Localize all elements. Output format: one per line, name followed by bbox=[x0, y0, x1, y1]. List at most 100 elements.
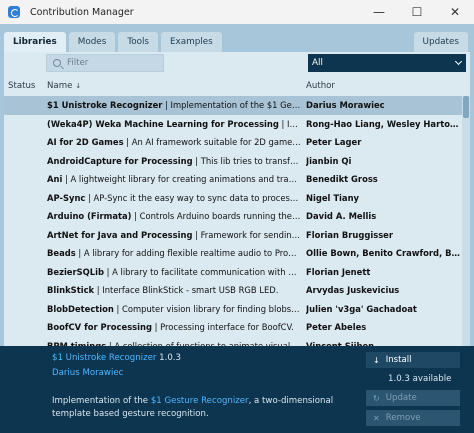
close-button[interactable]: ✕ bbox=[436, 0, 474, 24]
library-description: | Computer vision library for finding bl… bbox=[116, 303, 301, 314]
library-description: | This lib tries to transfer data betwee… bbox=[195, 155, 301, 166]
library-title: Arduino (Firmata) bbox=[47, 211, 132, 222]
detail-desc-link[interactable]: $1 Gesture Recognizer bbox=[151, 396, 249, 406]
update-label: Update bbox=[385, 393, 417, 403]
table-row[interactable]: Beads | A library for adding flexible re… bbox=[4, 244, 462, 263]
library-title: Beads bbox=[47, 248, 76, 259]
table-row[interactable]: (Weka4P) Weka Machine Learning for Proce… bbox=[4, 115, 462, 134]
library-author: David A. Mellis bbox=[306, 211, 377, 222]
column-status[interactable]: Status bbox=[8, 81, 35, 91]
install-label: Install bbox=[385, 355, 412, 365]
library-author: Peter Abeles bbox=[306, 322, 367, 333]
table-row[interactable]: Arduino (Firmata) | Controls Arduino boa… bbox=[4, 207, 462, 226]
library-author: Florian Jenett bbox=[306, 266, 371, 277]
detail-title: $1 Unistroke Recognizer 1.0.3 bbox=[52, 353, 181, 363]
library-description: | Framework for sending and receiving bbox=[195, 229, 301, 240]
search-icon bbox=[53, 59, 61, 67]
column-author[interactable]: Author bbox=[306, 81, 335, 91]
scrollbar-thumb[interactable] bbox=[463, 96, 469, 118]
library-description: | Interface BlinkStick - smart USB RGB L… bbox=[94, 285, 279, 296]
tab-modes[interactable]: Modes bbox=[68, 32, 116, 52]
library-title: Ani bbox=[47, 174, 63, 185]
filter-field[interactable] bbox=[46, 54, 164, 72]
library-title: AP-Sync bbox=[47, 192, 86, 203]
category-tabs: Libraries Modes Tools Examples bbox=[4, 32, 225, 52]
libraries-panel: All Status Name↓ Author $1 Unistroke Rec… bbox=[4, 52, 470, 349]
library-title: ArtNet for Java and Processing bbox=[47, 229, 193, 240]
library-author: Arvydas Juskevicius bbox=[306, 285, 400, 296]
table-header: Status Name ↓ Author bbox=[4, 78, 464, 94]
download-arrow-icon: ↓ bbox=[373, 355, 380, 365]
tab-tools[interactable]: Tools bbox=[118, 32, 158, 52]
detail-version: 1.0.3 bbox=[159, 353, 182, 363]
library-title: AI for 2D Games bbox=[47, 137, 124, 148]
library-author: Florian Bruggisser bbox=[306, 229, 393, 240]
library-name-cell: (Weka4P) Weka Machine Learning for Proce… bbox=[47, 119, 301, 129]
library-description: | A library to facilitate communication … bbox=[106, 266, 301, 277]
tab-libraries[interactable]: Libraries bbox=[4, 32, 66, 52]
library-name-cell: AP-Sync | AP-Sync it the easy way to syn… bbox=[47, 193, 301, 203]
filter-input[interactable] bbox=[67, 58, 157, 68]
column-name[interactable]: Name ↓ bbox=[47, 81, 81, 91]
library-author: Peter Lager bbox=[306, 137, 362, 148]
install-button[interactable]: ↓ Install bbox=[366, 352, 460, 368]
title-bar: Contribution Manager — ☐ ✕ bbox=[0, 0, 474, 24]
detail-library-name[interactable]: $1 Unistroke Recognizer bbox=[52, 353, 156, 363]
update-button[interactable]: ↻ Update bbox=[366, 390, 460, 406]
library-author: Benedikt Gross bbox=[306, 174, 378, 185]
library-title: BoofCV for Processing bbox=[47, 322, 152, 333]
library-description: | A library for adding flexible realtime… bbox=[78, 248, 301, 259]
tab-examples[interactable]: Examples bbox=[160, 32, 222, 52]
table-row[interactable]: $1 Unistroke Recognizer | Implementation… bbox=[4, 96, 462, 115]
window-controls: — ☐ ✕ bbox=[360, 0, 474, 24]
tab-updates[interactable]: Updates bbox=[413, 32, 468, 52]
library-name-cell: AI for 2D Games | An AI framework suitab… bbox=[47, 137, 301, 147]
minimize-button[interactable]: — bbox=[360, 0, 398, 24]
library-description: | A lightweight library for creating ani… bbox=[62, 174, 301, 185]
table-row[interactable]: AndroidCapture for Processing | This lib… bbox=[4, 152, 462, 171]
library-description: | Integration of Weka bbox=[281, 118, 301, 129]
library-description: | An AI framework suitable for 2D games … bbox=[126, 137, 301, 148]
library-description: | AP-Sync it the easy way to sync data t… bbox=[88, 192, 301, 203]
library-author: Rong-Hao Liang, Wesley Hartogs, Jan... bbox=[306, 118, 462, 129]
details-panel: $1 Unistroke Recognizer 1.0.3 Darius Mor… bbox=[0, 346, 474, 433]
table-row[interactable]: BlobDetection | Computer vision library … bbox=[4, 300, 462, 319]
library-name-cell: ArtNet for Java and Processing | Framewo… bbox=[47, 230, 301, 240]
library-author: Julien 'v3ga' Gachadoat bbox=[306, 303, 417, 314]
library-title: AndroidCapture for Processing bbox=[47, 155, 193, 166]
library-title: BlobDetection bbox=[47, 303, 114, 314]
detail-description: Implementation of the $1 Gesture Recogni… bbox=[52, 395, 342, 421]
remove-label: Remove bbox=[385, 413, 421, 423]
remove-x-icon: ✕ bbox=[373, 413, 380, 423]
library-name-cell: $1 Unistroke Recognizer | Implementation… bbox=[47, 100, 301, 110]
library-name-cell: BezierSQLib | A library to facilitate co… bbox=[47, 267, 301, 277]
table-row[interactable]: BlinkStick | Interface BlinkStick - smar… bbox=[4, 281, 462, 300]
library-name-cell: BlobDetection | Computer vision library … bbox=[47, 304, 301, 314]
library-description: | Processing interface for BoofCV. bbox=[152, 322, 294, 333]
update-arrow-icon: ↻ bbox=[373, 393, 380, 403]
remove-button[interactable]: ✕ Remove bbox=[366, 410, 460, 426]
table-row[interactable]: AP-Sync | AP-Sync it the easy way to syn… bbox=[4, 189, 462, 208]
library-title: BlinkStick bbox=[47, 285, 95, 296]
library-name-cell: Ani | A lightweight library for creating… bbox=[47, 174, 301, 184]
library-author: Darius Morawiec bbox=[306, 100, 385, 111]
table-row[interactable]: BoofCV for Processing | Processing inter… bbox=[4, 318, 462, 337]
table-row[interactable]: ArtNet for Java and Processing | Framewo… bbox=[4, 226, 462, 245]
category-select[interactable]: All bbox=[308, 54, 466, 72]
library-title: (Weka4P) Weka Machine Learning for Proce… bbox=[47, 118, 279, 129]
table-row[interactable]: Ani | A lightweight library for creating… bbox=[4, 170, 462, 189]
table-row[interactable]: AI for 2D Games | An AI framework suitab… bbox=[4, 133, 462, 152]
maximize-button[interactable]: ☐ bbox=[398, 0, 436, 24]
list-scrollbar[interactable] bbox=[462, 96, 470, 349]
available-version-text: 1.0.3 available bbox=[388, 374, 452, 384]
sort-down-icon: ↓ bbox=[75, 82, 82, 90]
detail-author[interactable]: Darius Morawiec bbox=[52, 368, 123, 378]
library-author: Jianbin Qi bbox=[306, 155, 352, 166]
table-row[interactable]: BezierSQLib | A library to facilitate co… bbox=[4, 263, 462, 282]
library-description: | Controls Arduino boards running the Fi… bbox=[134, 211, 301, 222]
library-name-cell: Arduino (Firmata) | Controls Arduino boa… bbox=[47, 211, 301, 221]
library-name-cell: AndroidCapture for Processing | This lib… bbox=[47, 156, 301, 166]
library-list: $1 Unistroke Recognizer | Implementation… bbox=[4, 96, 462, 349]
library-name-cell: BoofCV for Processing | Processing inter… bbox=[47, 322, 301, 332]
library-name-cell: BlinkStick | Interface BlinkStick - smar… bbox=[47, 285, 301, 295]
